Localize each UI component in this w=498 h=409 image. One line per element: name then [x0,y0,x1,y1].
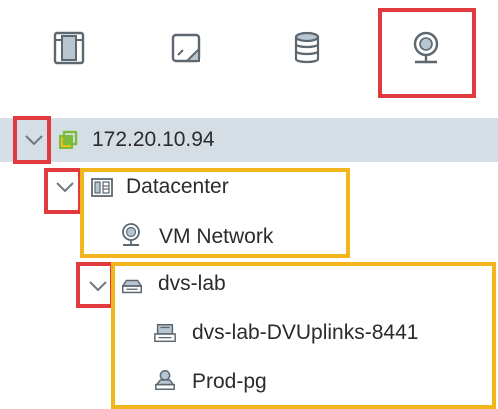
tree-row-vcenter[interactable]: 172.20.10.94 [0,118,498,162]
tree-node-label: Datacenter [126,175,229,198]
tree-row-datacenter[interactable]: Datacenter [0,164,498,208]
storage-icon [292,30,322,66]
distributed-switch-icon [120,274,144,298]
tree-node-label: dvs-lab-DVUplinks-8441 [192,321,419,344]
datacenter-icon [90,175,114,199]
networking-inventory-panel: 172.20.10.94 Datacenter VM Network dvs-l… [0,0,498,409]
tab-storage[interactable] [281,22,333,74]
tree-node-label: dvs-lab [158,272,226,295]
tab-networking[interactable] [400,22,452,74]
tab-hosts-and-clusters[interactable] [43,22,95,74]
vms-templates-icon [169,31,203,65]
tab-vms-and-templates[interactable] [160,22,212,74]
uplink-portgroup-icon [153,321,177,345]
tree-node-label: 172.20.10.94 [92,128,215,151]
tree-node-label: Prod-pg [192,370,267,393]
tree-row-vm-network[interactable]: VM Network [0,213,498,257]
portgroup-icon [153,368,177,392]
vcenter-icon [56,128,80,152]
chevron-down-icon[interactable] [22,128,46,152]
tree-row-dvuplinks[interactable]: dvs-lab-DVUplinks-8441 [0,311,498,355]
tree-node-label: VM Network [159,225,274,248]
network-icon [119,223,143,247]
tree-row-prod-pg[interactable]: Prod-pg [0,358,498,402]
chevron-down-icon[interactable] [86,274,110,298]
networking-icon [409,29,443,67]
hosts-clusters-icon [52,30,86,66]
tree-row-dvs-lab[interactable]: dvs-lab [0,262,498,306]
chevron-down-icon[interactable] [53,175,77,199]
